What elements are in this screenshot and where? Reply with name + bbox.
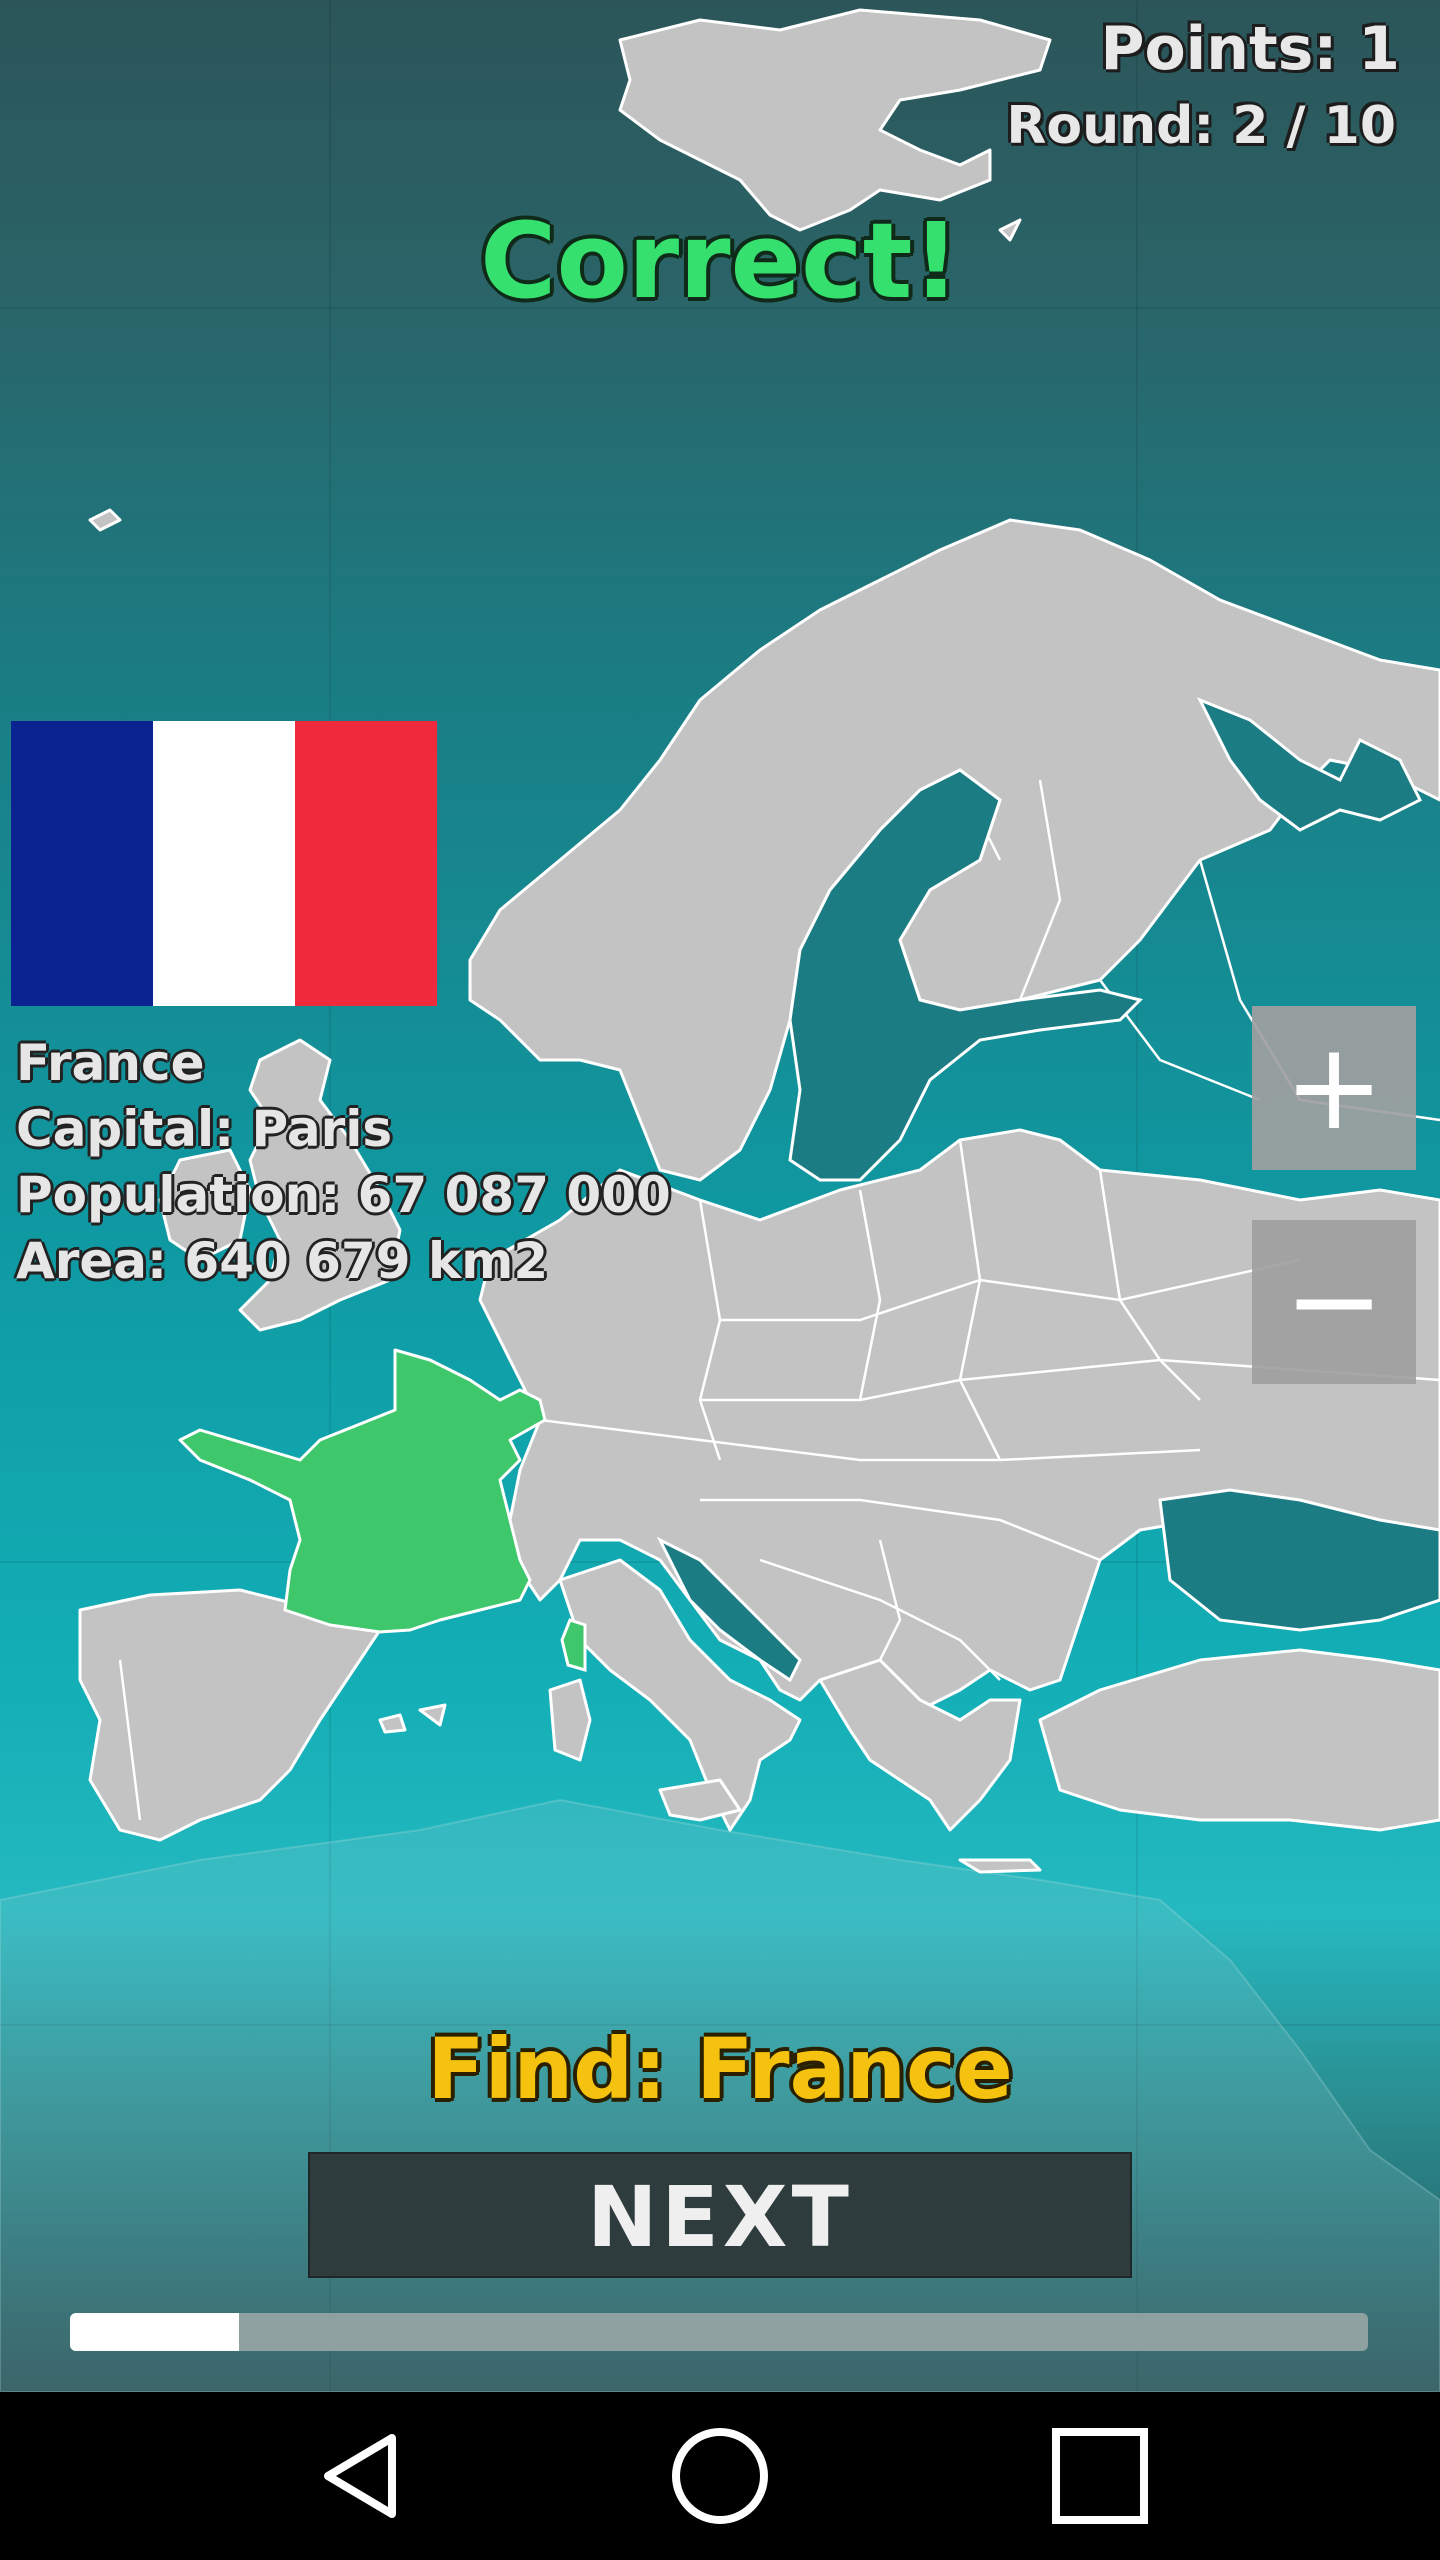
iberia: [78, 1588, 382, 1842]
round-progress-fill: [70, 2313, 239, 2351]
turkey: [1038, 1648, 1440, 1832]
android-nav-bar: [0, 2392, 1440, 2560]
game-screen: Points: 1 Round: 2 / 10 Correct! France …: [0, 0, 1440, 2392]
country-info: France Capital: Paris Population: 67 087…: [16, 1030, 671, 1294]
sardinia: [548, 1678, 592, 1762]
recents-icon[interactable]: [1000, 2392, 1200, 2560]
home-icon[interactable]: [620, 2392, 820, 2560]
country-capital: Capital: Paris: [16, 1100, 393, 1158]
back-icon[interactable]: [260, 2392, 460, 2560]
corsica-highlight: [560, 1618, 587, 1673]
result-message: Correct!: [480, 200, 960, 322]
svalbard: [618, 8, 1052, 232]
country-area: Area: 640 679 km2: [16, 1232, 549, 1290]
find-prompt: Find: France: [427, 2020, 1013, 2118]
round-label: Round: 2 / 10: [1006, 96, 1396, 156]
flag-stripe-blue: [11, 721, 153, 1006]
flag-stripe-white: [153, 721, 295, 1006]
zoom-in-button[interactable]: +: [1252, 1006, 1416, 1170]
points-label: Points: 1: [1100, 14, 1400, 84]
flag-stripe-red: [295, 721, 437, 1006]
country-name: France: [16, 1034, 205, 1092]
zoom-out-button[interactable]: −: [1252, 1220, 1416, 1384]
next-button[interactable]: NEXT: [308, 2152, 1132, 2278]
round-progress-bar: [70, 2313, 1368, 2351]
country-flag: [11, 721, 437, 1006]
country-population: Population: 67 087 000: [16, 1166, 671, 1224]
